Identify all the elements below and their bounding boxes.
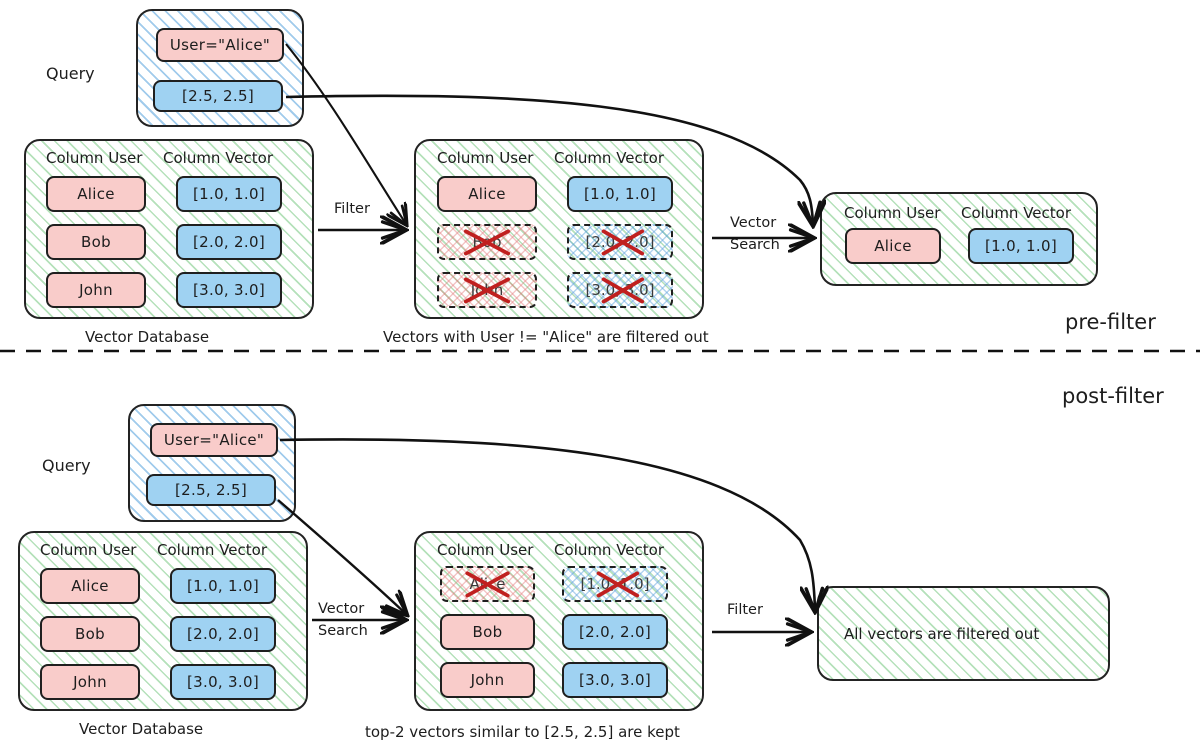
bottom-searched-caption: top-2 vectors similar to [2.5, 2.5] are … <box>365 723 680 741</box>
bottom-arrow-vector-search-label-line2: Search <box>318 623 368 639</box>
bottom-searched-user-cell-2: John <box>440 662 535 698</box>
bottom-db-header-user: Column User <box>40 541 137 559</box>
phase-label-post-filter: post-filter <box>1062 384 1164 408</box>
top-filtered-vector-cell-0: [1.0, 1.0] <box>567 176 673 212</box>
bottom-query-vector-chip: [2.5, 2.5] <box>146 474 276 506</box>
top-filtered-user-cell-2: John <box>437 272 537 308</box>
top-db-header-vector: Column Vector <box>163 149 274 167</box>
bottom-searched-vector-cell-2: [3.0, 3.0] <box>562 662 668 698</box>
bottom-searched-user-cell-0: Alice <box>440 566 535 602</box>
top-query-label: Query <box>46 64 95 83</box>
bottom-arrow-filter-label: Filter <box>727 602 763 618</box>
top-filtered-vector-text-1: [2.0, 2.0] <box>585 233 655 251</box>
top-db-vector-cell-2: [3.0, 3.0] <box>176 272 282 308</box>
top-filtered-vector-cell-1: [2.0, 2.0] <box>567 224 673 260</box>
top-filtered-caption: Vectors with User != "Alice" are filtere… <box>383 328 709 346</box>
bottom-query-filter-chip: User="Alice" <box>150 423 278 457</box>
bottom-db-vector-cell-1: [2.0, 2.0] <box>170 616 276 652</box>
top-result-header-vector: Column Vector <box>961 204 1072 222</box>
top-result-header-user: Column User <box>844 204 941 222</box>
bottom-result-message: All vectors are filtered out <box>844 625 1040 643</box>
top-database-caption: Vector Database <box>85 328 210 346</box>
bottom-searched-vector-cell-0: [1.0, 1.0] <box>562 566 668 602</box>
bottom-searched-vector-cell-1: [2.0, 2.0] <box>562 614 668 650</box>
bottom-db-user-cell-2: John <box>40 664 140 700</box>
top-filtered-user-text-2: John <box>470 281 504 299</box>
top-db-user-cell-0: Alice <box>46 176 146 212</box>
top-filtered-header-vector: Column Vector <box>554 149 665 167</box>
top-query-filter-chip: User="Alice" <box>156 28 284 62</box>
top-query-vector-chip: [2.5, 2.5] <box>153 80 283 112</box>
bottom-db-vector-cell-2: [3.0, 3.0] <box>170 664 276 700</box>
top-db-user-cell-2: John <box>46 272 146 308</box>
bottom-arrow-vector-search-label-line1: Vector <box>318 601 365 617</box>
bottom-db-user-cell-0: Alice <box>40 568 140 604</box>
top-arrow-vector-search-label-line1: Vector <box>730 215 777 231</box>
top-db-user-cell-1: Bob <box>46 224 146 260</box>
top-filtered-user-cell-1: Bob <box>437 224 537 260</box>
top-filtered-user-cell-0: Alice <box>437 176 537 212</box>
bottom-db-vector-cell-0: [1.0, 1.0] <box>170 568 276 604</box>
bottom-searched-header-user: Column User <box>437 541 534 559</box>
top-arrow-filter-label: Filter <box>334 201 370 217</box>
bottom-db-user-cell-1: Bob <box>40 616 140 652</box>
top-db-header-user: Column User <box>46 149 143 167</box>
phase-label-pre-filter: pre-filter <box>1065 310 1156 334</box>
top-filtered-vector-cell-2: [3.0, 3.0] <box>567 272 673 308</box>
top-result-user-cell-0: Alice <box>845 228 941 264</box>
top-arrow-vector-search-label-line2: Search <box>730 237 780 253</box>
top-filtered-vector-text-2: [3.0, 3.0] <box>585 281 655 299</box>
bottom-searched-vector-text-0: [1.0, 1.0] <box>580 575 650 593</box>
bottom-searched-header-vector: Column Vector <box>554 541 665 559</box>
diagram-canvas: Query User="Alice" [2.5, 2.5] Column Use… <box>0 0 1200 756</box>
top-db-vector-cell-1: [2.0, 2.0] <box>176 224 282 260</box>
top-filtered-user-text-1: Bob <box>472 233 502 251</box>
bottom-database-caption: Vector Database <box>79 720 204 738</box>
bottom-searched-user-text-0: Alice <box>469 575 506 593</box>
top-db-vector-cell-0: [1.0, 1.0] <box>176 176 282 212</box>
top-filtered-header-user: Column User <box>437 149 534 167</box>
bottom-searched-user-cell-1: Bob <box>440 614 535 650</box>
bottom-db-header-vector: Column Vector <box>157 541 268 559</box>
top-result-vector-cell-0: [1.0, 1.0] <box>968 228 1074 264</box>
bottom-query-label: Query <box>42 456 91 475</box>
